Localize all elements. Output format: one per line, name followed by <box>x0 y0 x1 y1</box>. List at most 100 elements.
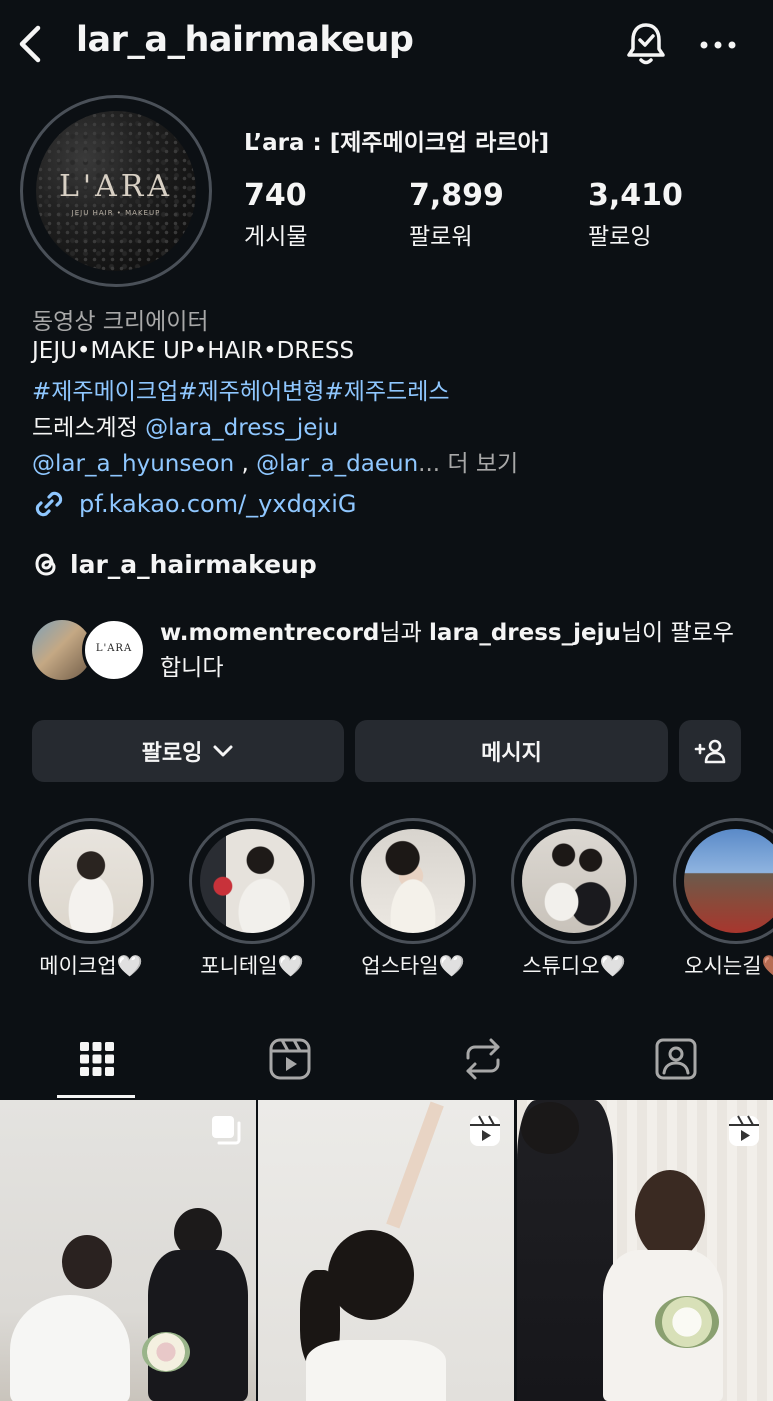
carousel-icon <box>212 1116 241 1145</box>
tab-reels[interactable] <box>193 1020 386 1098</box>
post-thumbnail[interactable] <box>517 1100 773 1401</box>
highlight-label: 오시는길🤎 <box>673 950 773 980</box>
threads-icon <box>35 553 56 576</box>
profile-avatar[interactable]: L'ARA JEJU HAIR • MAKEUP <box>20 95 212 287</box>
highlight-cover-ring <box>189 818 315 944</box>
story-highlight[interactable]: 포니테일🤍 <box>189 818 315 980</box>
threads-badge[interactable]: lar_a_hairmakeup <box>32 546 317 582</box>
grid-icon <box>79 1042 114 1076</box>
post-figure <box>635 1170 705 1260</box>
story-highlight[interactable]: 업스타일🤍 <box>350 818 476 980</box>
post-figure <box>306 1340 446 1401</box>
threads-username: lar_a_hairmakeup <box>70 549 317 579</box>
mention-link-dress[interactable]: @lara_dress_jeju <box>145 415 338 441</box>
stat-followers[interactable]: 7,899 팔로워 <box>409 178 504 251</box>
mention-link-hyunseon[interactable]: @lar_a_hyunseon <box>32 451 234 477</box>
bio-link[interactable]: pf.kakao.com/_yxdqxiG <box>32 486 357 522</box>
ellipsis: ... <box>418 451 441 477</box>
heart-icon: 🤍 <box>277 954 304 978</box>
stat-followers-label: 팔로워 <box>409 224 473 250</box>
post-figure <box>10 1295 130 1401</box>
mention-separator: , <box>234 451 257 477</box>
highlight-label: 업스타일🤍 <box>350 950 476 980</box>
tagged-icon <box>655 1038 696 1080</box>
highlight-label-text: 업스타일 <box>361 954 439 978</box>
stat-posts-label: 게시물 <box>244 224 308 250</box>
suggest-people-button[interactable] <box>679 720 741 782</box>
stat-posts[interactable]: 740 게시물 <box>244 178 307 251</box>
bio-link-text[interactable]: pf.kakao.com/_yxdqxiG <box>79 490 357 518</box>
highlight-label-text: 오시는길 <box>684 954 762 978</box>
highlight-cover-image <box>39 829 143 933</box>
notifications-bell-icon[interactable] <box>624 20 668 68</box>
highlight-cover-ring <box>511 818 637 944</box>
bio-line: JEJU•MAKE UP•HAIR•DRESS <box>32 338 355 364</box>
back-arrow-icon[interactable] <box>14 22 50 66</box>
tab-posts-grid[interactable] <box>0 1020 193 1098</box>
post-figure <box>655 1296 719 1348</box>
highlight-cover-ring <box>28 818 154 944</box>
post-figure <box>148 1250 248 1401</box>
stat-posts-count: 740 <box>244 178 307 213</box>
mention-link-daeun[interactable]: @lar_a_daeun <box>256 451 418 477</box>
bio-dress-account: 드레스계정 @lara_dress_jeju <box>32 408 338 442</box>
highlight-cover-image <box>200 829 304 933</box>
tab-tagged[interactable] <box>579 1020 772 1098</box>
message-button-label: 메시지 <box>481 741 542 766</box>
bio-category: 동영상 크리에이터 <box>32 309 209 335</box>
see-more-button[interactable]: 더 보기 <box>440 451 518 477</box>
stat-following-count: 3,410 <box>588 178 683 213</box>
story-highlight[interactable]: 오시는길🤎 <box>673 818 773 980</box>
avatar-image: L'ARA JEJU HAIR • MAKEUP <box>36 111 196 271</box>
post-figure <box>142 1332 190 1372</box>
highlight-label: 메이크업🤍 <box>28 950 154 980</box>
highlight-cover-image <box>684 829 773 933</box>
highlight-cover-ring <box>673 818 773 944</box>
mutual-conjunction: 님과 <box>379 620 430 646</box>
active-tab-indicator <box>57 1095 135 1098</box>
highlight-label-text: 포니테일 <box>200 954 278 978</box>
reels-icon <box>470 1115 500 1146</box>
highlight-label: 포니테일🤍 <box>189 950 315 980</box>
avatar-logo-text: L'ARA <box>58 169 174 204</box>
more-options-icon[interactable] <box>696 30 740 60</box>
bio-dress-prefix: 드레스계정 <box>32 415 146 441</box>
post-figure <box>521 1102 579 1154</box>
bio-mentions: @lar_a_hyunseon , @lar_a_daeun... 더 보기 <box>32 444 518 478</box>
posts-grid <box>0 1100 773 1401</box>
mutual-followers-text: w.momentrecord님과 lara_dress_jeju님이 팔로우합니… <box>160 616 750 686</box>
message-button[interactable]: 메시지 <box>355 720 668 782</box>
avatar-logo-subtext: JEJU HAIR • MAKEUP <box>71 209 161 217</box>
post-figure <box>328 1230 414 1320</box>
stat-followers-count: 7,899 <box>409 178 504 213</box>
profile-tabs <box>0 1020 773 1100</box>
link-icon <box>35 491 63 517</box>
tab-reposts[interactable] <box>386 1020 579 1098</box>
chevron-down-icon <box>213 745 233 757</box>
heart-icon: 🤍 <box>438 954 465 978</box>
heart-icon: 🤍 <box>116 954 143 978</box>
stat-following[interactable]: 3,410 팔로잉 <box>588 178 683 251</box>
story-highlight[interactable]: 메이크업🤍 <box>28 818 154 980</box>
mutual-follower-avatar: L'ARA <box>82 618 146 682</box>
profile-username-title: lar_a_hairmakeup <box>76 20 414 60</box>
highlight-label: 스튜디오🤍 <box>511 950 637 980</box>
mutual-user-1: w.momentrecord <box>160 620 380 646</box>
post-thumbnail[interactable] <box>0 1100 256 1401</box>
following-button[interactable]: 팔로잉 <box>32 720 344 782</box>
stat-following-label: 팔로잉 <box>588 224 652 250</box>
mutual-followers[interactable]: L'ARA w.momentrecord님과 lara_dress_jeju님이… <box>30 614 750 694</box>
bio-hashtags[interactable]: #제주메이크업#제주헤어변형#제주드레스 <box>32 372 450 406</box>
heart-icon: 🤍 <box>599 954 626 978</box>
mutual-avatar-logo: L'ARA <box>95 643 133 654</box>
heart-icon: 🤎 <box>762 954 773 978</box>
post-thumbnail[interactable] <box>258 1100 514 1401</box>
display-name: L’ara : [제주메이크업 라르아] <box>244 130 550 156</box>
reels-icon <box>269 1038 310 1080</box>
highlight-label-text: 스튜디오 <box>522 954 600 978</box>
highlight-cover-image <box>522 829 626 933</box>
reels-icon <box>729 1115 759 1146</box>
story-highlight[interactable]: 스튜디오🤍 <box>511 818 637 980</box>
highlight-label-text: 메이크업 <box>39 954 117 978</box>
add-user-icon <box>694 739 726 764</box>
